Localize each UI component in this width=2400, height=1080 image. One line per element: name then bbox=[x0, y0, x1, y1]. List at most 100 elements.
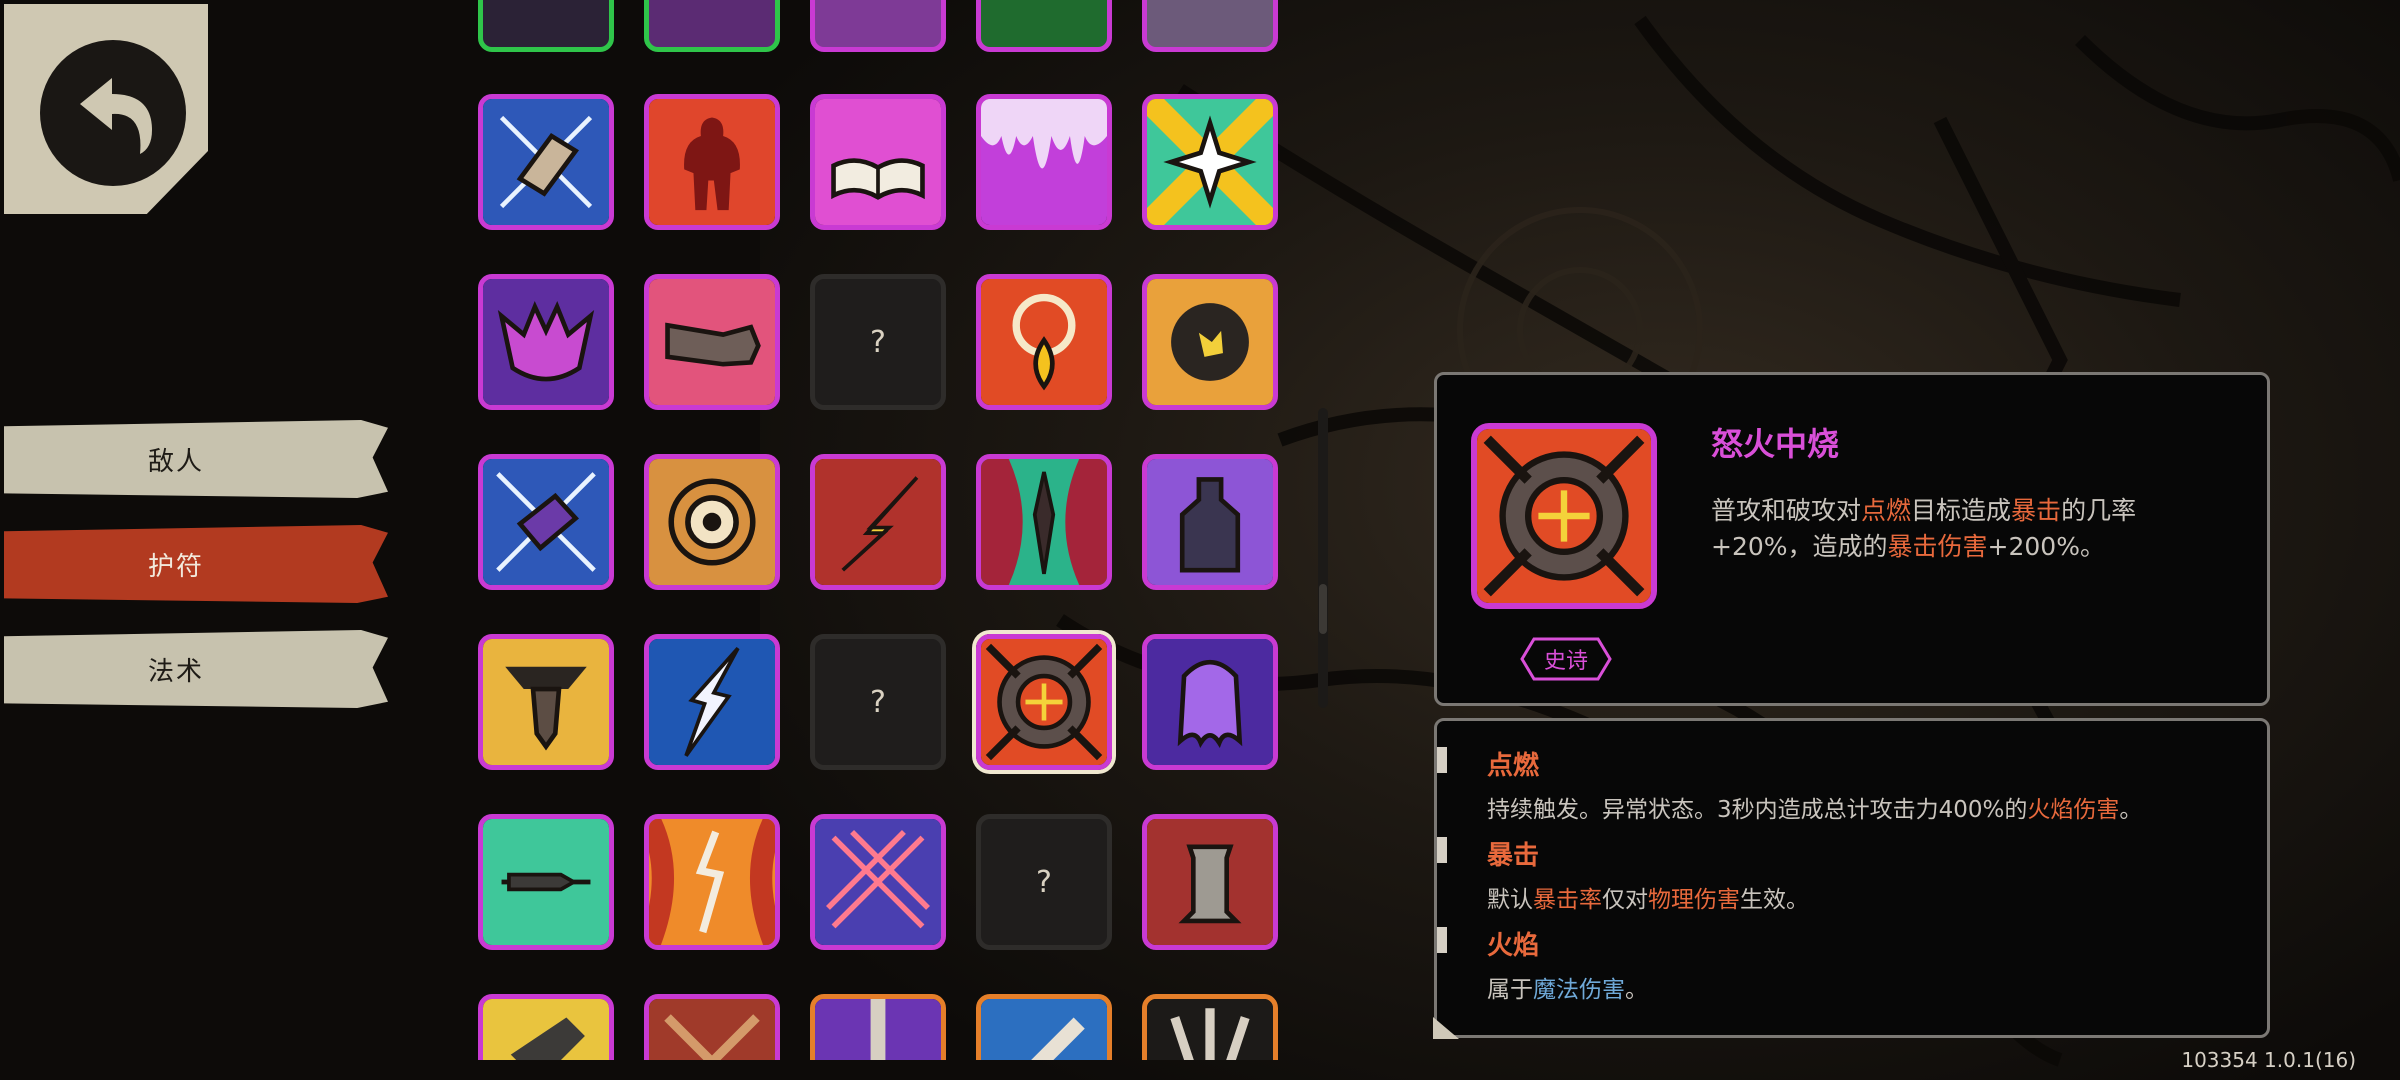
flame-figure-icon bbox=[649, 99, 775, 225]
charm-slot[interactable] bbox=[478, 0, 614, 52]
dagger-charm[interactable] bbox=[478, 814, 614, 950]
charm-slot[interactable] bbox=[1142, 0, 1278, 52]
charm-slot[interactable] bbox=[1142, 994, 1278, 1060]
selected-charm-rage[interactable] bbox=[976, 634, 1112, 770]
tower-charm[interactable] bbox=[1142, 454, 1278, 590]
charm-slot[interactable] bbox=[976, 994, 1112, 1060]
fist-icon bbox=[649, 279, 775, 405]
crosshair-icon bbox=[981, 639, 1107, 765]
locked-slot-label: ? bbox=[870, 324, 886, 360]
flame-body-charm[interactable] bbox=[644, 94, 780, 230]
star-burst-icon bbox=[1147, 99, 1273, 225]
fire-drop-charm[interactable] bbox=[976, 274, 1112, 410]
charm-slot[interactable] bbox=[810, 0, 946, 52]
glossary-keyword: 魔法伤害 bbox=[1533, 977, 1625, 1003]
charm-icon bbox=[981, 999, 1107, 1060]
glossary-keyword: 物理伤害 bbox=[1648, 887, 1740, 913]
fire-crack-charm[interactable] bbox=[644, 814, 780, 950]
locked-slot[interactable]: ? bbox=[810, 634, 946, 770]
charm-detail-panel: 怒火中烧 普攻和破攻对点燃目标造成暴击的几率+20%，造成的暴击伤害+200%。… bbox=[1434, 372, 2270, 706]
lightning-icon bbox=[815, 459, 941, 585]
poison-drip-charm[interactable] bbox=[976, 94, 1112, 230]
charm-name: 怒火中烧 bbox=[1711, 425, 1840, 463]
dagger-icon bbox=[483, 819, 609, 945]
charm-icon bbox=[815, 999, 941, 1060]
glossary-text: 属于魔法伤害。 bbox=[1487, 970, 1648, 1004]
panel-corner-mark bbox=[1433, 1017, 1459, 1039]
back-arrow-icon bbox=[80, 78, 152, 154]
charm-slot[interactable] bbox=[810, 994, 946, 1060]
desc-keyword: 暴击 bbox=[2011, 496, 2062, 525]
storm-lightning-icon bbox=[649, 639, 775, 765]
glossary-entry: 点燃 持续触发。异常状态。3秒内造成总计攻击力400%的火焰伤害。 bbox=[1437, 745, 2142, 824]
spellbook-charm[interactable] bbox=[810, 94, 946, 230]
glossary-keyword: 火焰伤害 bbox=[2027, 797, 2120, 823]
pillar-charm[interactable] bbox=[1142, 814, 1278, 950]
fire-crack-icon bbox=[649, 819, 775, 945]
charm-slot[interactable] bbox=[644, 994, 780, 1060]
glossary-entry: 暴击 默认暴击率仅对物理伤害生效。 bbox=[1437, 835, 1809, 914]
book-icon bbox=[815, 99, 941, 225]
charm-description: 普攻和破攻对点燃目标造成暴击的几率+20%，造成的暴击伤害+200%。 bbox=[1711, 493, 2231, 565]
crystal-charm[interactable] bbox=[478, 94, 614, 230]
spear-charm[interactable] bbox=[976, 454, 1112, 590]
charm-icon bbox=[1147, 999, 1273, 1060]
demon-crown-charm[interactable] bbox=[478, 274, 614, 410]
glossary-bullet bbox=[1437, 927, 1447, 953]
charm-grid[interactable]: ? ? ? bbox=[470, 0, 1290, 1060]
desc-keyword: 暴击伤害 bbox=[1887, 532, 1988, 561]
desc-text: 目标造成 bbox=[1911, 496, 2012, 525]
locked-slot-label: ? bbox=[1036, 864, 1052, 900]
glossary-bullet bbox=[1437, 837, 1447, 863]
crosshair-icon bbox=[1477, 429, 1651, 603]
tab-charms[interactable]: 护符 bbox=[4, 525, 388, 603]
glossary-text: 持续触发。异常状态。3秒内造成总计攻击力400%的火焰伤害。 bbox=[1487, 790, 2142, 824]
storm-charm[interactable] bbox=[644, 634, 780, 770]
glossary-text-part: 生效。 bbox=[1740, 887, 1809, 913]
glossary-bullet bbox=[1437, 747, 1447, 773]
desc-text: +200%。 bbox=[1987, 532, 2105, 561]
charm-slot[interactable] bbox=[644, 0, 780, 52]
charm-icon bbox=[649, 999, 775, 1060]
shatter-crystal-icon bbox=[483, 459, 609, 585]
charm-icon bbox=[483, 999, 609, 1060]
glossary-entry: 火焰 属于魔法伤害。 bbox=[1437, 925, 1648, 1004]
glossary-text: 默认暴击率仅对物理伤害生效。 bbox=[1487, 880, 1809, 914]
gauntlet-charm[interactable] bbox=[644, 274, 780, 410]
charm-slot[interactable] bbox=[478, 994, 614, 1060]
glossary-text-part: 属于 bbox=[1487, 977, 1533, 1003]
star-burst-charm[interactable] bbox=[1142, 94, 1278, 230]
glossary-title: 点燃 bbox=[1487, 751, 1540, 781]
glossary-title: 火焰 bbox=[1487, 931, 1540, 961]
version-label: 103354 1.0.1(16) bbox=[2181, 1048, 2356, 1072]
glossary-text-part: 持续触发。异常状态。3秒内造成总计攻击力400%的 bbox=[1487, 797, 2028, 823]
tab-spells[interactable]: 法术 bbox=[4, 630, 388, 708]
glossary-text-part: 。 bbox=[2119, 797, 2143, 823]
lightning-bolt-charm[interactable] bbox=[810, 454, 946, 590]
shatter-charm[interactable] bbox=[478, 454, 614, 590]
locked-slot-label: ? bbox=[870, 684, 886, 720]
glossary-title: 暴击 bbox=[1487, 841, 1540, 871]
grid-scrollbar[interactable] bbox=[1318, 408, 1328, 708]
locked-slot[interactable]: ? bbox=[976, 814, 1112, 950]
glossary-text-part: 默认 bbox=[1487, 887, 1533, 913]
vortex-icon bbox=[649, 459, 775, 585]
ghost-charm[interactable] bbox=[1142, 634, 1278, 770]
tower-icon bbox=[1147, 459, 1273, 585]
rarity-label: 史诗 bbox=[1543, 649, 1588, 674]
desc-text: 普攻和破攻对 bbox=[1711, 496, 1862, 525]
grid-scrollbar-thumb[interactable] bbox=[1319, 584, 1327, 634]
cracked-rock-charm[interactable] bbox=[1142, 274, 1278, 410]
charm-slot[interactable] bbox=[976, 0, 1112, 52]
tab-spells-label: 法术 bbox=[147, 656, 204, 687]
tab-enemies[interactable]: 敌人 bbox=[4, 420, 388, 498]
vortex-charm[interactable] bbox=[644, 454, 780, 590]
crystal-icon bbox=[483, 99, 609, 225]
glossary-text-part: 。 bbox=[1625, 977, 1648, 1003]
cross-slash-charm[interactable] bbox=[810, 814, 946, 950]
fire-drop-icon bbox=[981, 279, 1107, 405]
locked-slot[interactable]: ? bbox=[810, 274, 946, 410]
tab-charms-label: 护符 bbox=[147, 551, 204, 582]
bell-charm[interactable] bbox=[478, 634, 614, 770]
back-button[interactable] bbox=[4, 4, 208, 214]
